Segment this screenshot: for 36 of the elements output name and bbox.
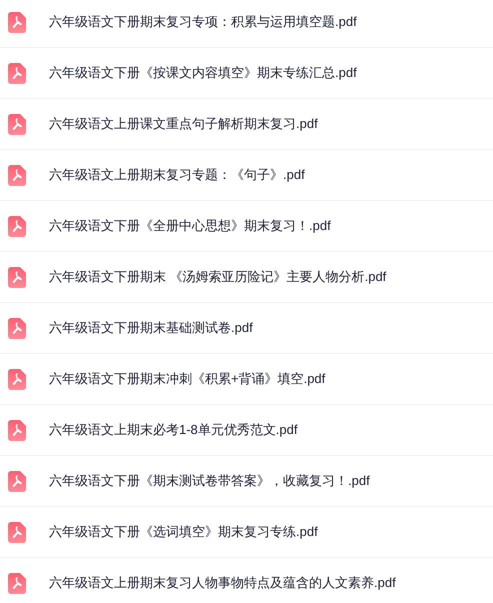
file-name[interactable]: 六年级语文上册课文重点句子解析期末复习.pdf	[49, 114, 318, 134]
file-name[interactable]: 六年级语文下册期末复习专项：积累与运用填空题.pdf	[49, 12, 357, 32]
file-name[interactable]: 六年级语文下册期末基础测试卷.pdf	[49, 318, 253, 338]
file-row[interactable]: 六年级语文下册期末基础测试卷.pdf	[0, 303, 493, 354]
pdf-icon	[8, 164, 26, 186]
pdf-icon	[8, 522, 26, 542]
file-name[interactable]: 六年级语文下册期末 《汤姆索亚历险记》主要人物分析.pdf	[49, 267, 386, 287]
file-name[interactable]: 六年级语文上期末必考1-8单元优秀范文.pdf	[49, 420, 298, 440]
file-row[interactable]: 六年级语文下册期末 《汤姆索亚历险记》主要人物分析.pdf	[0, 252, 493, 303]
pdf-icon	[8, 572, 26, 594]
file-row[interactable]: 六年级语文上期末必考1-8单元优秀范文.pdf	[0, 405, 493, 456]
file-row[interactable]: 六年级语文下册期末复习专项：积累与运用填空题.pdf	[0, 0, 493, 48]
file-row[interactable]: 六年级语文下册《选词填空》期末复习专练.pdf	[0, 507, 493, 558]
file-name[interactable]: 六年级语文下册《期末测试卷带答案》，收藏复习！.pdf	[49, 471, 370, 491]
file-row[interactable]: 六年级语文下册《期末测试卷带答案》，收藏复习！.pdf	[0, 456, 493, 507]
file-name[interactable]: 六年级语文下册期末冲刺《积累+背诵》填空.pdf	[49, 369, 326, 389]
file-row[interactable]: 六年级语文上册课文重点句子解析期末复习.pdf	[0, 99, 493, 150]
file-name[interactable]: 六年级语文上册期末复习专题：《句子》.pdf	[49, 165, 305, 185]
pdf-icon	[8, 368, 26, 390]
pdf-icon	[8, 12, 26, 32]
file-name[interactable]: 六年级语文下册《按课文内容填空》期末专练汇总.pdf	[49, 63, 357, 83]
pdf-icon	[8, 266, 26, 288]
file-row[interactable]: 六年级语文上册期末复习专题：《句子》.pdf	[0, 150, 493, 201]
pdf-icon	[8, 420, 26, 440]
pdf-icon	[8, 62, 26, 84]
file-row[interactable]: 六年级语文下册《按课文内容填空》期末专练汇总.pdf	[0, 48, 493, 99]
pdf-icon	[8, 216, 26, 236]
pdf-icon	[8, 470, 26, 492]
file-name[interactable]: 六年级语文下册《全册中心思想》期末复习！.pdf	[49, 216, 331, 236]
file-name[interactable]: 六年级语文下册《选词填空》期末复习专练.pdf	[49, 522, 318, 542]
pdf-icon	[8, 318, 26, 338]
file-name[interactable]: 六年级语文上册期末复习人物事物特点及蕴含的人文素养.pdf	[49, 573, 396, 593]
file-row[interactable]: 六年级语文下册期末冲刺《积累+背诵》填空.pdf	[0, 354, 493, 405]
pdf-icon	[8, 114, 26, 134]
file-row[interactable]: 六年级语文上册期末复习人物事物特点及蕴含的人文素养.pdf	[0, 558, 493, 603]
file-row[interactable]: 六年级语文下册《全册中心思想》期末复习！.pdf	[0, 201, 493, 252]
